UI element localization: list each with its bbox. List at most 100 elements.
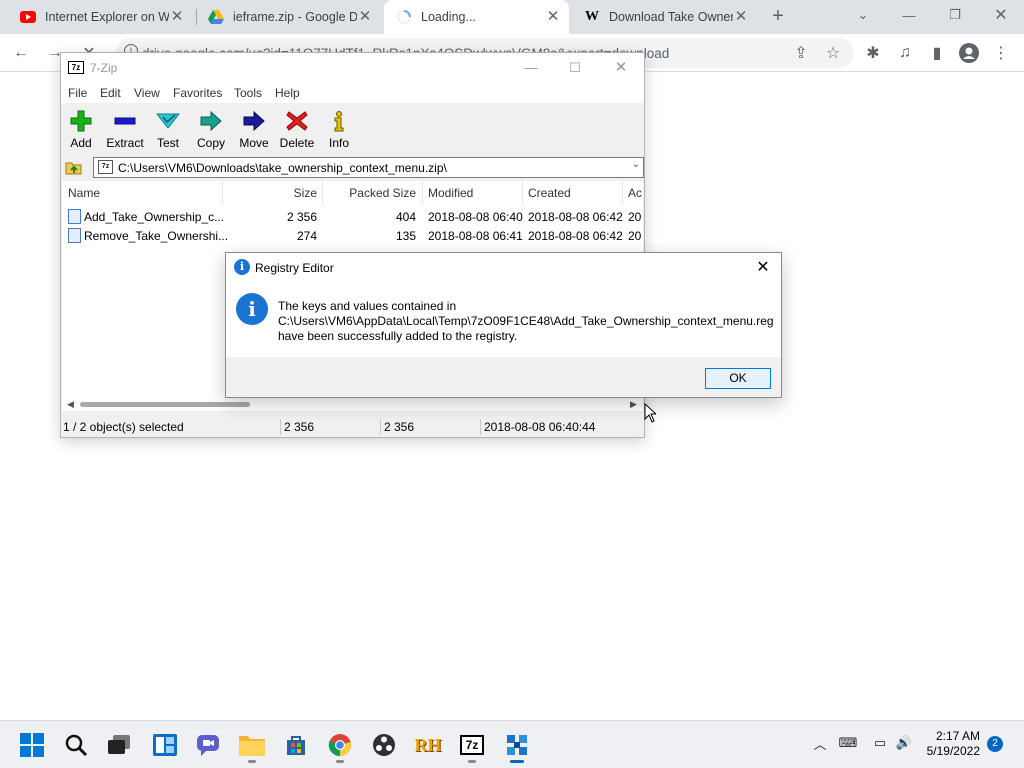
close-window-button[interactable]: ✕ <box>978 0 1024 30</box>
tab-title: Internet Explorer on W <box>45 10 169 24</box>
widgets-icon <box>153 734 177 756</box>
file-size: 274 <box>296 229 317 243</box>
volume-icon[interactable]: 🔊 <box>894 733 914 753</box>
tab-title: ieframe.zip - Google Dr <box>233 10 357 24</box>
task-view-button[interactable] <box>100 727 138 763</box>
7zip-title-bar[interactable]: 7z 7-Zip — ☐ ✕ <box>61 53 644 83</box>
bookmark-star-icon[interactable]: ☆ <box>820 40 846 66</box>
archive-icon: 7z <box>98 160 113 174</box>
new-tab-button[interactable]: + <box>766 5 790 29</box>
info-i-icon <box>334 111 344 132</box>
column-divider[interactable] <box>422 181 423 205</box>
side-panel-icon[interactable]: ▮ <box>924 40 950 66</box>
column-created[interactable]: Created <box>528 186 571 200</box>
tab-loading[interactable]: Loading... ✕ <box>384 0 569 34</box>
column-name[interactable]: Name <box>68 186 100 200</box>
scroll-right-arrow-icon[interactable]: ▶ <box>630 398 637 411</box>
copy-button[interactable]: Copy <box>189 106 233 150</box>
show-hidden-icons-chevron-icon[interactable]: ︿ <box>810 733 830 753</box>
scrollbar-thumb[interactable] <box>80 402 250 407</box>
search-button[interactable] <box>57 727 95 763</box>
add-label: Add <box>70 136 92 150</box>
task-view-icon <box>108 735 130 754</box>
file-name: Add_Take_Ownership_c... <box>84 210 225 224</box>
dialog-close-button[interactable]: ✕ <box>751 256 775 280</box>
7zip-minimize-button[interactable]: — <box>521 58 541 78</box>
7zip-close-button[interactable]: ✕ <box>611 58 631 78</box>
notification-badge[interactable]: 2 <box>987 736 1003 752</box>
profile-avatar[interactable] <box>956 40 982 66</box>
media-control-icon[interactable]: ♫ <box>892 40 918 66</box>
network-icon[interactable]: ▭ <box>870 733 890 753</box>
running-indicator <box>336 760 344 763</box>
info-button[interactable]: Info <box>317 106 361 150</box>
ok-button[interactable]: OK <box>705 368 771 389</box>
browser-tab-strip: Internet Explorer on W ✕ ieframe.zip - G… <box>0 0 1024 34</box>
7zip-taskbar-button[interactable]: 7z <box>453 727 491 763</box>
column-modified[interactable]: Modified <box>428 186 473 200</box>
dialog-title: Registry Editor <box>255 261 334 275</box>
chrome-menu-icon[interactable]: ⋮ <box>988 40 1014 66</box>
store-button[interactable] <box>277 727 315 763</box>
status-size: 2 356 <box>284 420 315 434</box>
taskbar-clock[interactable]: 2:17 AM 5/19/2022 <box>920 729 980 759</box>
restore-button[interactable]: ❐ <box>932 0 978 30</box>
file-explorer-icon <box>239 736 265 756</box>
menu-tools[interactable]: Tools <box>234 86 262 100</box>
status-packed: 2 356 <box>384 420 415 434</box>
tab-close-icon[interactable]: ✕ <box>545 9 561 25</box>
delete-button[interactable]: Delete <box>275 106 319 150</box>
tab-youtube[interactable]: Internet Explorer on W ✕ <box>8 0 193 34</box>
column-accessed[interactable]: Ac <box>628 186 642 200</box>
column-size[interactable]: Size <box>222 186 317 200</box>
file-explorer-button[interactable] <box>233 727 271 763</box>
tab-close-icon[interactable]: ✕ <box>357 9 373 25</box>
add-button[interactable]: Add <box>59 106 103 150</box>
teams-chat-button[interactable] <box>189 727 227 763</box>
extract-label: Extract <box>106 136 144 150</box>
back-button[interactable]: ← <box>8 40 34 66</box>
up-folder-icon[interactable] <box>65 158 83 176</box>
file-row[interactable]: Remove_Take_Ownershi... 274 135 2018-08-… <box>62 226 643 245</box>
7zip-maximize-button[interactable]: ☐ <box>565 58 585 78</box>
extensions-icon[interactable]: ✱ <box>860 40 886 66</box>
file-packed-size: 135 <box>395 229 416 243</box>
chrome-button[interactable] <box>321 727 359 763</box>
column-divider[interactable] <box>622 181 623 205</box>
rh-app-button[interactable]: RH <box>409 727 447 763</box>
test-button[interactable]: Test <box>146 106 190 150</box>
tab-search-chevron-icon[interactable]: ⌄ <box>840 0 886 30</box>
tab-download-take-ownership[interactable]: W Download Take Owner ✕ <box>572 0 757 34</box>
menu-favorites[interactable]: Favorites <box>173 86 222 100</box>
minimize-button[interactable]: — <box>886 0 932 30</box>
column-divider[interactable] <box>522 181 523 205</box>
horizontal-scrollbar[interactable]: ◀ ▶ <box>62 398 643 411</box>
menu-view[interactable]: View <box>134 86 160 100</box>
registry-editor-taskbar-button[interactable] <box>498 727 536 763</box>
menu-edit[interactable]: Edit <box>100 86 121 100</box>
extract-button[interactable]: Extract <box>103 106 147 150</box>
chevron-down-icon[interactable]: ⌄ <box>632 159 640 170</box>
obs-button[interactable] <box>365 727 403 763</box>
teams-chat-icon <box>197 735 219 756</box>
menu-help[interactable]: Help <box>275 86 300 100</box>
scroll-left-arrow-icon[interactable]: ◀ <box>67 398 74 411</box>
info-label: Info <box>328 136 349 150</box>
file-row[interactable]: Add_Take_Ownership_c... 2 356 404 2018-0… <box>62 207 643 226</box>
share-icon[interactable]: ⇪ <box>788 40 814 66</box>
tab-close-icon[interactable]: ✕ <box>169 9 185 25</box>
keyboard-icon[interactable]: ⌨ <box>838 733 858 753</box>
tab-title: Download Take Owner <box>609 10 733 24</box>
start-button[interactable] <box>13 727 51 763</box>
7zip-path-combobox[interactable]: 7z C:\Users\VM6\Downloads\take_ownership… <box>93 157 644 178</box>
store-icon <box>287 736 305 755</box>
widgets-button[interactable] <box>146 727 184 763</box>
tab-google-drive[interactable]: ieframe.zip - Google Dr ✕ <box>196 0 381 34</box>
move-button[interactable]: Move <box>232 106 276 150</box>
dialog-title-bar[interactable]: i Registry Editor ✕ <box>226 253 781 283</box>
tab-close-icon[interactable]: ✕ <box>733 9 749 25</box>
menu-file[interactable]: File <box>68 86 87 100</box>
column-packed-size[interactable]: Packed Size <box>322 186 416 200</box>
mouse-cursor-icon <box>644 403 656 423</box>
registry-editor-icon <box>507 735 527 755</box>
